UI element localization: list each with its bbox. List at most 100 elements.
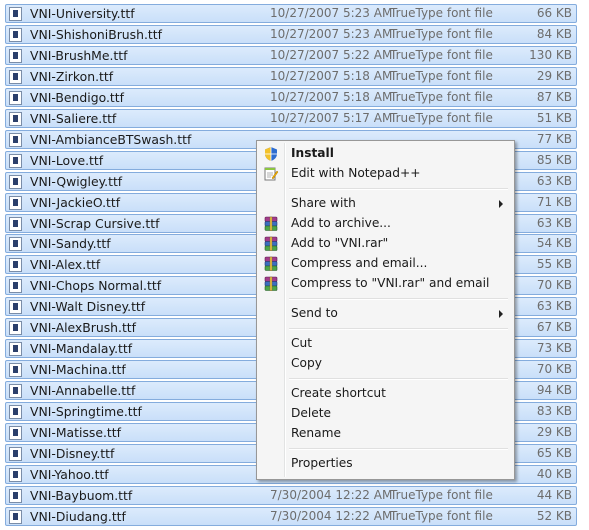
font-file-icon	[9, 153, 22, 168]
file-size: 70 KB	[536, 362, 572, 377]
font-file-icon	[9, 363, 22, 378]
file-size: 51 KB	[536, 110, 572, 125]
menu-separator	[289, 298, 508, 300]
menu-item-share-with[interactable]: Share with	[259, 194, 512, 214]
file-date: 10/27/2007 5:22 AM	[270, 47, 393, 62]
file-size: 73 KB	[536, 341, 572, 356]
font-file-icon	[9, 27, 22, 42]
menu-item-label: Add to "VNI.rar"	[291, 236, 389, 250]
file-size: 67 KB	[536, 320, 572, 335]
menu-separator	[289, 448, 508, 450]
font-file-icon	[9, 132, 22, 147]
context-menu: Install Edit with Notepad++ Share with Add …	[256, 140, 515, 480]
file-type: TrueType font file	[390, 508, 493, 523]
file-row[interactable]: VNI-ShishoniBrush.ttf 10/27/2007 5:23 AM T…	[5, 24, 577, 44]
file-size: 84 KB	[536, 26, 572, 41]
file-row[interactable]: VNI-Saliere.ttf 10/27/2007 5:17 AM TrueTyp…	[5, 108, 577, 128]
file-name: VNI-Disney.ttf	[30, 445, 115, 461]
file-row[interactable]: VNI-Zirkon.ttf 10/27/2007 5:18 AM TrueType…	[5, 66, 577, 86]
submenu-arrow-icon	[499, 310, 503, 318]
file-name: VNI-Machina.ttf	[30, 362, 126, 378]
font-file-icon	[9, 321, 22, 336]
menu-item-properties[interactable]: Properties	[259, 454, 512, 474]
file-date: 10/27/2007 5:17 AM	[270, 110, 393, 125]
font-file-icon	[9, 111, 22, 126]
font-file-icon	[9, 467, 22, 482]
file-size: 94 KB	[536, 383, 572, 398]
file-date: 7/30/2004 12:22 AM	[270, 508, 393, 523]
file-type: TrueType font file	[390, 110, 493, 125]
file-row[interactable]: VNI-BrushMe.ttf 10/27/2007 5:22 AM TrueTyp…	[5, 45, 577, 65]
menu-item-label: Compress and email...	[291, 256, 428, 270]
file-size: 83 KB	[536, 404, 572, 419]
menu-item-copy[interactable]: Copy	[259, 354, 512, 374]
menu-item-cut[interactable]: Cut	[259, 334, 512, 354]
menu-separator	[289, 378, 508, 380]
file-size: 29 KB	[536, 425, 572, 439]
font-file-icon	[9, 405, 22, 420]
file-row[interactable]: VNI-University.ttf 10/27/2007 5:23 AM True…	[5, 4, 577, 23]
font-file-icon	[9, 279, 22, 294]
file-type: TrueType font file	[390, 6, 493, 20]
menu-separator	[289, 188, 508, 190]
menu-item-delete[interactable]: Delete	[259, 404, 512, 424]
file-date: 10/27/2007 5:18 AM	[270, 68, 393, 83]
file-size: 40 KB	[536, 466, 572, 481]
file-size: 29 KB	[536, 68, 572, 83]
font-file-icon	[9, 69, 22, 84]
file-name: VNI-Baybuom.ttf	[30, 487, 133, 503]
file-type: TrueType font file	[390, 47, 493, 62]
font-file-icon	[9, 300, 22, 315]
file-row[interactable]: VNI-Bendigo.ttf 10/27/2007 5:18 AM TrueTyp…	[5, 87, 577, 107]
menu-item-label: Delete	[291, 406, 332, 420]
file-name: VNI-Love.ttf	[30, 152, 104, 168]
font-file-icon	[9, 7, 22, 21]
menu-item-add-to-archive[interactable]: Add to archive...	[259, 214, 512, 234]
submenu-arrow-icon	[499, 200, 503, 208]
file-size: 54 KB	[536, 236, 572, 251]
file-name: VNI-Bendigo.ttf	[30, 89, 124, 105]
file-size: 55 KB	[536, 257, 572, 272]
notepad-icon	[263, 166, 279, 182]
winrar-icon	[263, 216, 279, 232]
menu-item-compress-to-vni-rar-and-email[interactable]: Compress to "VNI.rar" and email	[259, 274, 512, 294]
menu-item-label: Create shortcut	[291, 386, 386, 400]
menu-item-compress-and-email[interactable]: Compress and email...	[259, 254, 512, 274]
file-type: TrueType font file	[390, 487, 493, 502]
menu-item-label: Compress to "VNI.rar" and email	[291, 276, 490, 290]
file-type: TrueType font file	[390, 89, 493, 104]
file-date: 10/27/2007 5:23 AM	[270, 6, 393, 20]
menu-item-send-to[interactable]: Send to	[259, 304, 512, 324]
font-file-icon	[9, 446, 22, 461]
file-name: VNI-Walt Disney.ttf	[30, 299, 146, 315]
menu-item-label: Send to	[291, 306, 338, 320]
file-date: 7/30/2004 12:22 AM	[270, 487, 393, 502]
menu-item-add-to-vni-rar[interactable]: Add to "VNI.rar"	[259, 234, 512, 254]
file-name: VNI-University.ttf	[30, 6, 135, 21]
font-file-icon	[9, 48, 22, 63]
file-size: 77 KB	[536, 131, 572, 146]
file-name: VNI-Mandalay.ttf	[30, 341, 133, 357]
file-row[interactable]: VNI-Baybuom.ttf 7/30/2004 12:22 AM TrueTyp…	[5, 485, 577, 505]
file-size: 66 KB	[536, 6, 572, 20]
file-name: VNI-Yahoo.ttf	[30, 466, 109, 482]
menu-separator	[289, 328, 508, 330]
font-file-icon	[9, 426, 22, 440]
file-row[interactable]: VNI-Diudang.ttf 7/30/2004 12:22 AM TrueTyp…	[5, 506, 577, 526]
menu-item-edit-with-notepad[interactable]: Edit with Notepad++	[259, 164, 512, 184]
file-name: VNI-Alex.ttf	[30, 257, 101, 273]
file-size: 63 KB	[536, 299, 572, 314]
file-name: VNI-AmbianceBTSwash.ttf	[30, 131, 192, 147]
file-name: VNI-Springtime.ttf	[30, 404, 142, 420]
file-name: VNI-ShishoniBrush.ttf	[30, 26, 162, 42]
menu-item-create-shortcut[interactable]: Create shortcut	[259, 384, 512, 404]
menu-item-install[interactable]: Install	[259, 144, 512, 164]
menu-item-label: Share with	[291, 196, 356, 210]
menu-item-rename[interactable]: Rename	[259, 424, 512, 444]
file-size: 87 KB	[536, 89, 572, 104]
font-file-icon	[9, 216, 22, 231]
font-file-icon	[9, 488, 22, 503]
font-file-icon	[9, 237, 22, 252]
shield-icon	[263, 146, 279, 162]
menu-item-label: Copy	[291, 356, 322, 370]
